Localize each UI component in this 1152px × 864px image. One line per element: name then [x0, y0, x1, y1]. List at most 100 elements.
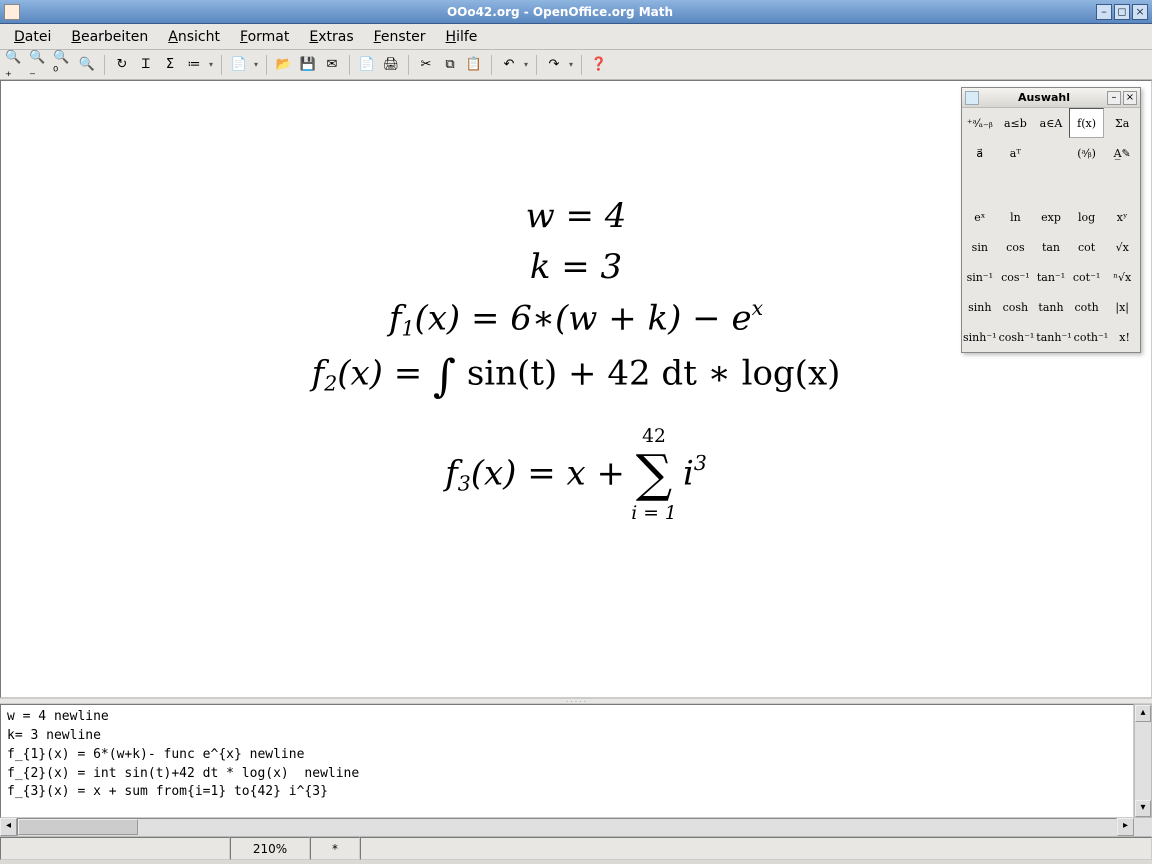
- menu-fenster[interactable]: Fenster: [366, 26, 434, 48]
- palette-minimize-button[interactable]: –: [1107, 91, 1121, 105]
- palette-icon: [965, 91, 979, 105]
- palette-category-prow2-1[interactable]: aᵀ: [998, 138, 1034, 168]
- palette-fn-2-1[interactable]: cos⁻¹: [998, 262, 1034, 292]
- menubar: DateiBearbeitenAnsichtFormatExtrasFenste…: [0, 24, 1152, 50]
- scroll-up-icon[interactable]: ▴: [1135, 705, 1151, 722]
- palette-fn-2-4[interactable]: ⁿ√x: [1104, 262, 1140, 292]
- catalog-icon-dropdown[interactable]: ▾: [207, 54, 215, 76]
- zoom-in-icon[interactable]: 🔍₊: [4, 54, 26, 76]
- scroll-track[interactable]: [1135, 722, 1151, 800]
- sigma-icon[interactable]: Σ: [159, 54, 181, 76]
- palette-category-prow2-0[interactable]: a⃗: [962, 138, 998, 168]
- palette-fn-2-3[interactable]: cot⁻¹: [1069, 262, 1105, 292]
- export-pdf-icon[interactable]: 📄: [356, 54, 378, 76]
- editor-hscroll[interactable]: ◂ ▸: [0, 818, 1152, 836]
- command-editor-wrap: w = 4 newline k= 3 newline f_{1}(x) = 6*…: [0, 704, 1152, 818]
- menu-ansicht[interactable]: Ansicht: [160, 26, 228, 48]
- palette-category-prow1-3[interactable]: f(x): [1069, 108, 1105, 138]
- scroll-right-icon[interactable]: ▸: [1117, 818, 1134, 836]
- palette-fn-0-4[interactable]: xʸ: [1104, 202, 1140, 232]
- palette-fn-1-2[interactable]: tan: [1033, 232, 1069, 262]
- formula-line-4: f2(x) = ∫ sin(t) + 42 dt ∗ log(x): [1, 344, 1151, 410]
- palette-fn-4-0[interactable]: sinh⁻¹: [962, 322, 998, 352]
- palette-fn-2-2[interactable]: tan⁻¹: [1033, 262, 1069, 292]
- redo-icon-dropdown[interactable]: ▾: [567, 54, 575, 76]
- print-icon[interactable]: 🖨: [380, 54, 402, 76]
- palette-category-prow2-3[interactable]: (ᵃ⁄ᵦ): [1069, 138, 1105, 168]
- save-icon[interactable]: 💾: [297, 54, 319, 76]
- palette-fn-2-0[interactable]: sin⁻¹: [962, 262, 998, 292]
- palette-category-prow2-4[interactable]: A̲✎: [1104, 138, 1140, 168]
- palette-fn-4-3[interactable]: coth⁻¹: [1073, 322, 1110, 352]
- palette-fn-3-4[interactable]: |x|: [1104, 292, 1140, 322]
- cut-icon[interactable]: ✂: [415, 54, 437, 76]
- palette-fn-0-3[interactable]: log: [1069, 202, 1105, 232]
- palette-titlebar[interactable]: Auswahl – ×: [962, 88, 1140, 108]
- toolbar: 🔍₊🔍₋🔍⁰🔍↻ᏆΣ≔▾📄▾📂💾✉📄🖨✂⧉📋↶▾↷▾❓: [0, 50, 1152, 80]
- zoom-out-icon[interactable]: 🔍₋: [28, 54, 50, 76]
- palette-fn-3-0[interactable]: sinh: [962, 292, 998, 322]
- copy-icon[interactable]: ⧉: [439, 54, 461, 76]
- palette-category-prow1-4[interactable]: Σa: [1104, 108, 1140, 138]
- palette-fn-4-2[interactable]: tanh⁻¹: [1035, 322, 1072, 352]
- paste-icon[interactable]: 📋: [463, 54, 485, 76]
- open-icon[interactable]: 📂: [273, 54, 295, 76]
- menu-bearbeiten[interactable]: Bearbeiten: [63, 26, 156, 48]
- palette-fn-4-1[interactable]: cosh⁻¹: [998, 322, 1036, 352]
- palette-category-prow1-2[interactable]: a∈A: [1033, 108, 1069, 138]
- palette-fn-1-1[interactable]: cos: [998, 232, 1034, 262]
- command-editor[interactable]: w = 4 newline k= 3 newline f_{1}(x) = 6*…: [0, 704, 1134, 818]
- hscroll-thumb[interactable]: [18, 819, 138, 835]
- cursor-icon[interactable]: Ꮖ: [135, 54, 157, 76]
- palette-category-prow1-0[interactable]: ⁺ᵃ⁄ₐ₋ᵦ: [962, 108, 998, 138]
- help-icon[interactable]: ❓: [588, 54, 610, 76]
- app-icon: [4, 4, 20, 20]
- editor-vscroll[interactable]: ▴ ▾: [1134, 704, 1152, 818]
- statusbar: 210% *: [0, 836, 1152, 860]
- mail-icon[interactable]: ✉: [321, 54, 343, 76]
- close-button[interactable]: ×: [1132, 4, 1148, 20]
- palette-fn-0-0[interactable]: eˣ: [962, 202, 998, 232]
- palette-fn-3-2[interactable]: tanh: [1033, 292, 1069, 322]
- palette-fn-0-2[interactable]: exp: [1033, 202, 1069, 232]
- refresh-icon[interactable]: ↻: [111, 54, 133, 76]
- zoom-page-icon[interactable]: 🔍: [76, 54, 98, 76]
- palette-title: Auswahl: [983, 91, 1105, 104]
- menu-datei[interactable]: Datei: [6, 26, 59, 48]
- status-cell-empty: [0, 837, 230, 860]
- palette-category-prow2-2[interactable]: [1033, 138, 1069, 168]
- undo-icon[interactable]: ↶: [498, 54, 520, 76]
- zoom-100-icon[interactable]: 🔍⁰: [52, 54, 74, 76]
- formula-view: w = 4 k = 3 f1(x) = 6∗(w + k) − ex f2(x)…: [0, 80, 1152, 698]
- menu-format[interactable]: Format: [232, 26, 297, 48]
- scroll-corner: [1134, 818, 1152, 836]
- menu-extras[interactable]: Extras: [301, 26, 361, 48]
- window-title: OOo42.org - OpenOffice.org Math: [26, 5, 1094, 19]
- status-modified: *: [310, 837, 360, 860]
- menu-hilfe[interactable]: Hilfe: [438, 26, 486, 48]
- palette-fn-3-1[interactable]: cosh: [998, 292, 1034, 322]
- palette-fn-1-0[interactable]: sin: [962, 232, 998, 262]
- undo-icon-dropdown[interactable]: ▾: [522, 54, 530, 76]
- palette-fn-3-3[interactable]: coth: [1069, 292, 1105, 322]
- hscroll-track[interactable]: [17, 818, 1117, 836]
- catalog-icon[interactable]: ≔: [183, 54, 205, 76]
- maximize-button[interactable]: ◻: [1114, 4, 1130, 20]
- scroll-left-icon[interactable]: ◂: [0, 818, 17, 836]
- selection-palette[interactable]: Auswahl – × ⁺ᵃ⁄ₐ₋ᵦa≤ba∈Af(x)Σa a⃗aᵀ (ᵃ⁄ᵦ)…: [961, 87, 1141, 353]
- window-titlebar: OOo42.org - OpenOffice.org Math – ◻ ×: [0, 0, 1152, 24]
- palette-close-button[interactable]: ×: [1123, 91, 1137, 105]
- palette-category-prow1-1[interactable]: a≤b: [998, 108, 1034, 138]
- formula-line-5: f3(x) = x + 42∑i = 1 i3: [1, 437, 1151, 514]
- status-fill: [360, 837, 1152, 860]
- palette-fn-0-1[interactable]: ln: [998, 202, 1034, 232]
- new-doc-icon[interactable]: 📄: [228, 54, 250, 76]
- palette-fn-1-3[interactable]: cot: [1069, 232, 1105, 262]
- minimize-button[interactable]: –: [1096, 4, 1112, 20]
- redo-icon[interactable]: ↷: [543, 54, 565, 76]
- status-zoom[interactable]: 210%: [230, 837, 310, 860]
- palette-fn-4-4[interactable]: x!: [1109, 322, 1140, 352]
- scroll-down-icon[interactable]: ▾: [1135, 800, 1151, 817]
- palette-fn-1-4[interactable]: √x: [1104, 232, 1140, 262]
- new-doc-icon-dropdown[interactable]: ▾: [252, 54, 260, 76]
